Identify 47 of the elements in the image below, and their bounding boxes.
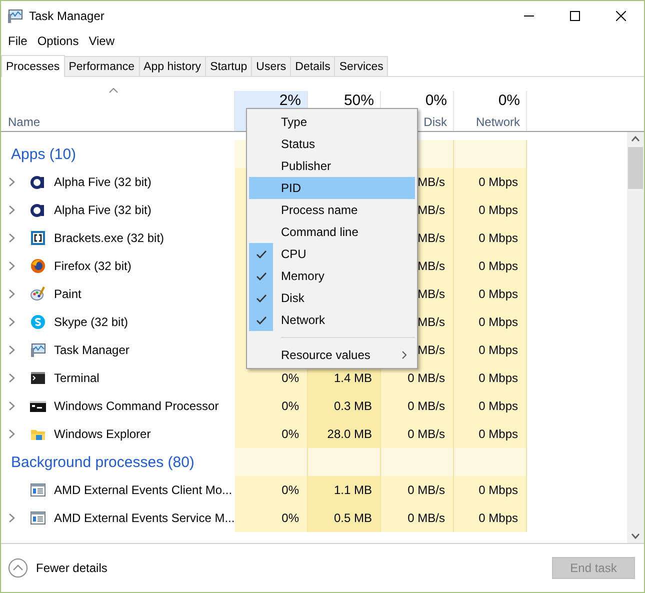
memory-cell: 1.1 MB xyxy=(308,476,381,504)
process-name: Terminal xyxy=(54,371,100,385)
network-cell: 0 Mbps xyxy=(454,280,527,308)
column-label: Disk xyxy=(424,115,447,129)
disk-cell: 0 MB/s xyxy=(381,504,454,532)
process-name: Alpha Five (32 bit) xyxy=(54,203,152,217)
network-cell: 0 Mbps xyxy=(454,504,527,532)
process-name: Skype (32 bit) xyxy=(54,315,128,329)
memory-cell: 0.3 MB xyxy=(308,392,381,420)
disk-cell: 0 MB/s xyxy=(381,392,454,420)
process-name: Brackets.exe (32 bit) xyxy=(54,231,164,245)
process-name: Windows Command Processor xyxy=(54,399,219,413)
process-name: Alpha Five (32 bit) xyxy=(54,175,152,189)
group-title: Background processes (80) xyxy=(10,454,194,470)
network-cell: 0 Mbps xyxy=(454,392,527,420)
network-cell: 0 Mbps xyxy=(454,252,527,280)
process-name: Task Manager xyxy=(54,343,130,357)
network-cell: 0 Mbps xyxy=(454,364,527,392)
column-label: Network xyxy=(476,115,520,129)
cpu-cell: 0% xyxy=(235,392,308,420)
disk-cell: 0 MB/s xyxy=(381,420,454,448)
process-name: AMD External Events Service M... xyxy=(54,511,235,525)
cpu-cell: 0% xyxy=(235,504,308,532)
process-name: AMD External Events Client Mo... xyxy=(54,483,232,497)
disk-cell: 0 MB/s xyxy=(381,364,454,392)
network-cell: 0 Mbps xyxy=(454,476,527,504)
network-cell: 0 Mbps xyxy=(454,196,527,224)
column-label: Name xyxy=(8,115,40,129)
cpu-cell: 0% xyxy=(235,420,308,448)
memory-cell: 0.5 MB xyxy=(308,504,381,532)
usage-percent: 2% xyxy=(279,93,301,108)
cpu-cell: 0% xyxy=(235,476,308,504)
group-title: Apps (10) xyxy=(10,146,76,162)
usage-percent: 0% xyxy=(425,93,447,108)
network-cell: 0 Mbps xyxy=(454,308,527,336)
usage-percent: 50% xyxy=(344,93,374,108)
memory-cell: 28.0 MB xyxy=(308,420,381,448)
network-cell: 0 Mbps xyxy=(454,224,527,252)
disk-cell: 0 MB/s xyxy=(381,476,454,504)
process-name: Firefox (32 bit) xyxy=(54,259,132,273)
network-cell: 0 Mbps xyxy=(454,336,527,364)
process-name: Windows Explorer xyxy=(54,427,151,441)
window-title: Task Manager xyxy=(29,9,106,23)
network-cell: 0 Mbps xyxy=(454,420,527,448)
usage-percent: 0% xyxy=(498,93,520,108)
process-name: Paint xyxy=(54,287,82,301)
network-cell: 0 Mbps xyxy=(454,168,527,196)
